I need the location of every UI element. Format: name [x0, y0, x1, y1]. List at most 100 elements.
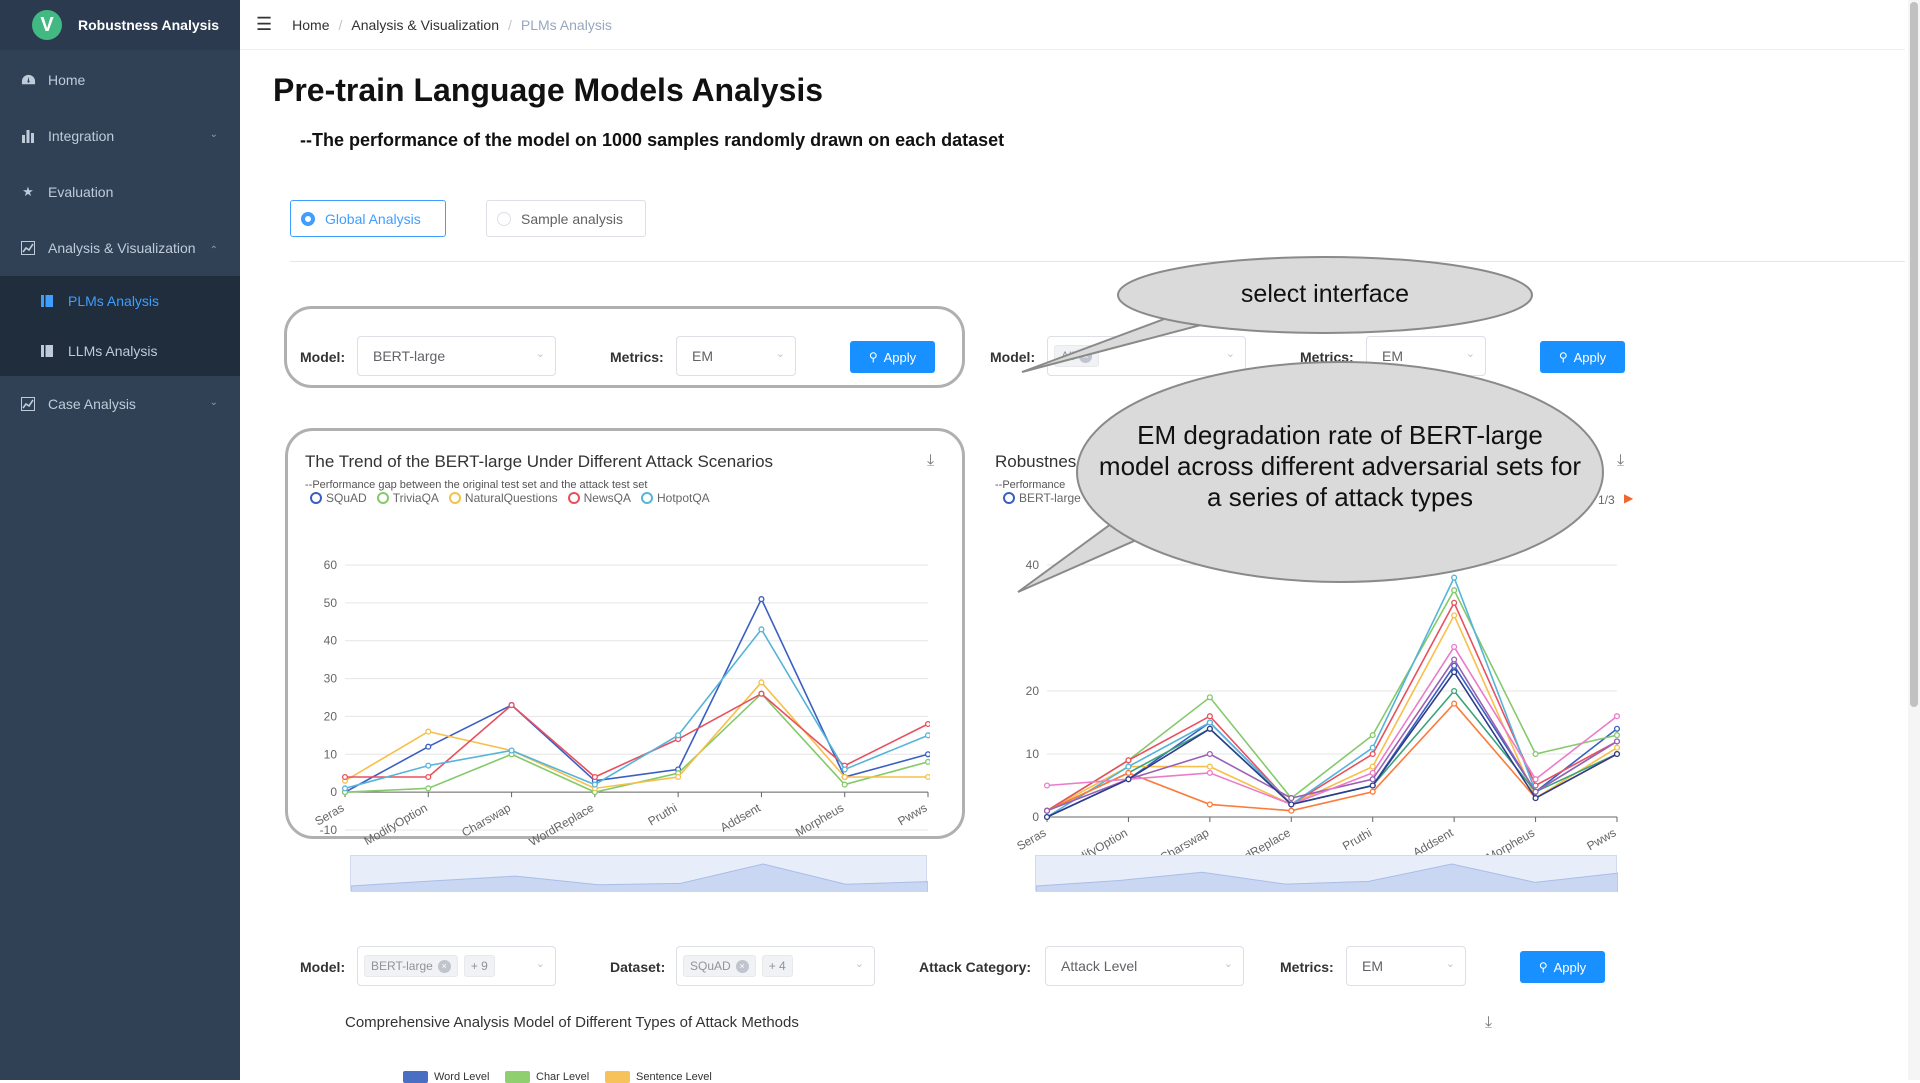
- close-icon[interactable]: ×: [735, 959, 749, 973]
- data-point: [841, 766, 848, 773]
- data-point: [425, 743, 432, 750]
- data-point: [1451, 643, 1458, 650]
- data-point: [1369, 732, 1376, 739]
- callout-text: select interface: [1241, 280, 1409, 308]
- data-point: [1125, 776, 1132, 783]
- breadcrumb-separator: /: [338, 16, 343, 33]
- x-tick-label: Charswap: [459, 800, 513, 839]
- tag-label: SQuAD: [690, 959, 731, 973]
- legend-item[interactable]: Sentence Level: [605, 1071, 712, 1083]
- tab-label: Sample analysis: [521, 210, 623, 227]
- menu-toggle-icon[interactable]: ☰: [256, 14, 272, 35]
- more-tag: + 4: [761, 955, 793, 977]
- data-point: [1451, 700, 1458, 707]
- tag-label: BERT-large: [371, 959, 433, 973]
- data-point: [1613, 732, 1621, 739]
- x-tick-label: Pwws: [895, 801, 929, 829]
- data-point: [1043, 782, 1051, 789]
- sidebar-item-integration[interactable]: Integration ⌄: [0, 108, 240, 164]
- sidebar-item-evaluation[interactable]: ★ Evaluation: [0, 164, 240, 220]
- breadcrumb-analysis[interactable]: Analysis & Visualization: [351, 17, 499, 33]
- data-point: [924, 758, 930, 765]
- trend-chart: -100102030405060Seras ModifyOption Charswa…: [312, 558, 930, 849]
- model-select-value: BERT-large: [373, 348, 446, 364]
- data-point: [1125, 769, 1132, 776]
- data-point: [1369, 769, 1376, 776]
- breadcrumb-separator: /: [508, 16, 512, 33]
- page-title: Pre-train Language Models Analysis: [273, 72, 824, 108]
- data-point: [841, 781, 848, 788]
- data-zoom-slider[interactable]: [1035, 855, 1618, 892]
- data-point: [1369, 776, 1376, 783]
- data-point: [1613, 713, 1621, 720]
- sidebar-item-analysis[interactable]: Analysis & Visualization ⌃: [0, 220, 240, 276]
- data-point: [1206, 763, 1213, 770]
- chevron-up-icon: ⌃: [209, 245, 218, 256]
- data-point: [924, 720, 930, 728]
- metrics-label: Metrics:: [610, 349, 664, 365]
- star-icon: ★: [22, 184, 34, 199]
- breadcrumb-current: PLMs Analysis: [520, 16, 612, 33]
- tab-sample-analysis[interactable]: Sample analysis: [486, 200, 646, 237]
- data-point: [341, 785, 349, 792]
- bookmark-icon: [40, 344, 54, 358]
- model-multiselect[interactable]: BERT-large × + 9 ⌄: [357, 946, 556, 986]
- metrics-select[interactable]: EM ⌄: [676, 336, 796, 376]
- model-select[interactable]: BERT-large ⌄: [357, 336, 556, 376]
- search-icon: ⚲: [868, 350, 878, 364]
- chart-title: The Trend of the BERT-large Under Differ…: [305, 452, 774, 471]
- data-point: [1206, 694, 1213, 701]
- data-zoom-slider[interactable]: [350, 855, 928, 892]
- x-tick-label: Pruthi: [1340, 825, 1374, 853]
- apply-label: Apply: [1553, 959, 1587, 975]
- data-point: [1369, 744, 1376, 751]
- more-tag: + 9: [463, 955, 495, 977]
- sidebar: V Robustness Analysis Home Integration ⌄…: [0, 0, 240, 1080]
- app-title: Robustness Analysis: [78, 17, 220, 33]
- sidebar-item-llms-analysis[interactable]: LLMs Analysis: [0, 326, 240, 376]
- x-tick-label: WordReplace: [527, 800, 597, 849]
- scrollbar[interactable]: [1908, 0, 1920, 1080]
- data-point: [1125, 763, 1132, 770]
- data-point: [425, 785, 432, 792]
- apply-button[interactable]: ⚲ Apply: [850, 341, 935, 373]
- sidebar-item-plms-analysis[interactable]: PLMs Analysis: [0, 276, 240, 326]
- sidebar-item-home[interactable]: Home: [0, 52, 240, 108]
- data-point: [924, 732, 930, 739]
- download-icon[interactable]: ⤓: [927, 452, 934, 470]
- data-point: [1613, 750, 1621, 758]
- dataset-multiselect[interactable]: SQuAD × + 4 ⌄: [676, 946, 875, 986]
- search-icon: ⚲: [1538, 960, 1548, 974]
- data-point: [425, 762, 432, 769]
- breadcrumb-home[interactable]: Home: [292, 17, 329, 33]
- chevron-down-icon: ⌄: [535, 958, 545, 970]
- tab-global-analysis[interactable]: Global Analysis: [290, 200, 446, 237]
- metrics-select[interactable]: EM ⌄: [1346, 946, 1466, 986]
- data-point: [675, 773, 682, 781]
- main-content: Pre-train Language Models Analysis --The…: [240, 50, 1905, 1083]
- sidebar-item-label: Analysis & Visualization: [48, 240, 196, 256]
- attack-category-select[interactable]: Attack Level ⌄: [1045, 946, 1244, 986]
- data-point: [425, 728, 432, 735]
- x-tick-label: Pwws: [1584, 825, 1618, 853]
- callout-text: EM degradation rate of BERT-large: [1137, 420, 1543, 450]
- data-point: [1532, 795, 1539, 802]
- logo-area[interactable]: V Robustness Analysis: [0, 0, 240, 50]
- scrollbar-thumb[interactable]: [1910, 2, 1918, 707]
- y-tick-label: 10: [324, 747, 338, 761]
- download-icon[interactable]: ⤓: [1485, 1014, 1492, 1032]
- series-line: [344, 627, 929, 790]
- legend-item[interactable]: Char Level: [505, 1071, 589, 1083]
- legend-label: Word Level: [434, 1071, 490, 1083]
- apply-button[interactable]: ⚲ Apply: [1520, 951, 1605, 983]
- sidebar-item-case-analysis[interactable]: Case Analysis ⌄: [0, 376, 240, 432]
- sidebar-item-label: LLMs Analysis: [68, 343, 158, 359]
- callout-text: model across different adversarial sets …: [1099, 451, 1582, 481]
- x-tick-label: Pruthi: [645, 801, 679, 829]
- y-tick-label: 20: [324, 709, 338, 723]
- legend-item[interactable]: Word Level: [403, 1071, 489, 1083]
- topbar: ☰ Home / Analysis & Visualization / PLMs…: [240, 0, 1905, 50]
- x-tick-label: Seras: [1014, 825, 1048, 853]
- data-point: [1613, 744, 1621, 751]
- close-icon[interactable]: ×: [437, 959, 451, 973]
